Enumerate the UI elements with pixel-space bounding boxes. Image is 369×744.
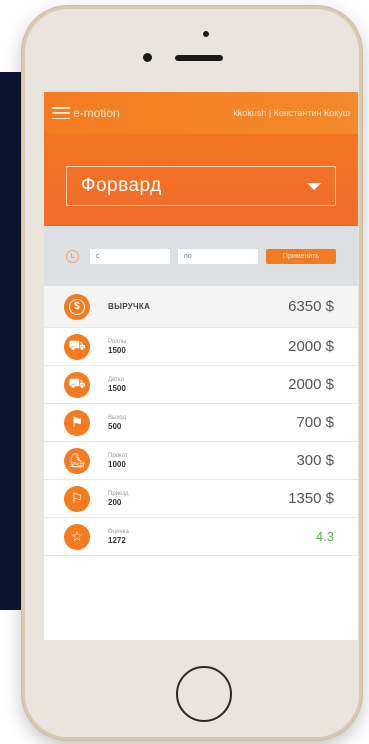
item-value: 700 $ xyxy=(296,414,334,431)
ride-icon: ⛟ xyxy=(64,371,90,398)
camera-icon xyxy=(143,53,152,62)
list-item[interactable]: ⛟ Детки 1500 2000 $ xyxy=(44,366,358,404)
rating-value: 4.3 xyxy=(315,529,334,544)
item-value: 2000 $ xyxy=(288,376,334,393)
menu-icon[interactable] xyxy=(52,107,70,119)
date-from-input[interactable] xyxy=(90,249,170,264)
item-value: 1350 $ xyxy=(288,490,334,507)
clock-icon xyxy=(66,250,79,263)
brand-label: e-motion xyxy=(73,106,120,120)
item-count: 1272 xyxy=(108,535,126,545)
ride-icon: ⛟ xyxy=(64,333,90,360)
item-count: 500 xyxy=(108,421,122,431)
item-count: 1000 xyxy=(108,459,126,469)
list-item[interactable]: ⛸ Прокат 1000 300 $ xyxy=(44,442,358,480)
revenue-value: 6350 $ xyxy=(288,298,334,315)
hero-panel: Форвард xyxy=(44,134,358,226)
item-label: Прокат xyxy=(108,452,128,459)
location-select-value: Форвард xyxy=(81,175,162,196)
user-label[interactable]: kkokush | Константин Кокуш xyxy=(233,108,350,118)
list-item[interactable]: ⚑ Выход 500 700 $ xyxy=(44,404,358,442)
item-label: Роллы xyxy=(108,338,127,345)
apply-button[interactable]: Применить xyxy=(266,249,336,264)
item-count: 200 xyxy=(108,497,122,507)
chevron-down-icon xyxy=(307,182,321,190)
stage: e-motion kkokush | Константин Кокуш Форв… xyxy=(0,0,369,744)
home-button[interactable] xyxy=(176,666,232,722)
top-bar: e-motion kkokush | Константин Кокуш xyxy=(44,92,358,134)
date-filter: Применить xyxy=(44,226,358,286)
date-to-input[interactable] xyxy=(178,249,258,264)
sensor-icon xyxy=(203,31,209,37)
list-item[interactable]: ⛟ Роллы 1500 2000 $ xyxy=(44,328,358,366)
item-label: Оценка xyxy=(108,528,129,535)
list-item[interactable]: ☆ Оценка 1272 4.3 xyxy=(44,518,358,556)
list-item[interactable]: ⚐ Приезд 200 1350 $ xyxy=(44,480,358,518)
star-icon: ☆ xyxy=(64,523,90,550)
item-label: Детки xyxy=(108,376,124,383)
item-value: 300 $ xyxy=(296,452,334,469)
item-label: Приезд xyxy=(108,490,129,497)
app-screen: e-motion kkokush | Константин Кокуш Форв… xyxy=(44,92,358,640)
revenue-title: ВЫРУЧКА xyxy=(108,302,151,311)
speaker-icon xyxy=(175,55,223,61)
location-select[interactable]: Форвард xyxy=(66,166,336,206)
stats-list: $ ВЫРУЧКА 6350 $ ⛟ Роллы 1500 2000 $ ⛟ Д… xyxy=(44,286,358,556)
item-value: 2000 $ xyxy=(288,338,334,355)
item-count: 1500 xyxy=(108,345,126,355)
scooter-icon: ⛸ xyxy=(64,447,90,474)
revenue-row: $ ВЫРУЧКА 6350 $ xyxy=(44,286,358,328)
dollar-icon: $ xyxy=(64,293,90,320)
item-count: 1500 xyxy=(108,383,126,393)
item-label: Выход xyxy=(108,414,126,421)
flag-icon: ⚑ xyxy=(64,409,90,436)
race-flags-icon: ⚐ xyxy=(64,485,90,512)
